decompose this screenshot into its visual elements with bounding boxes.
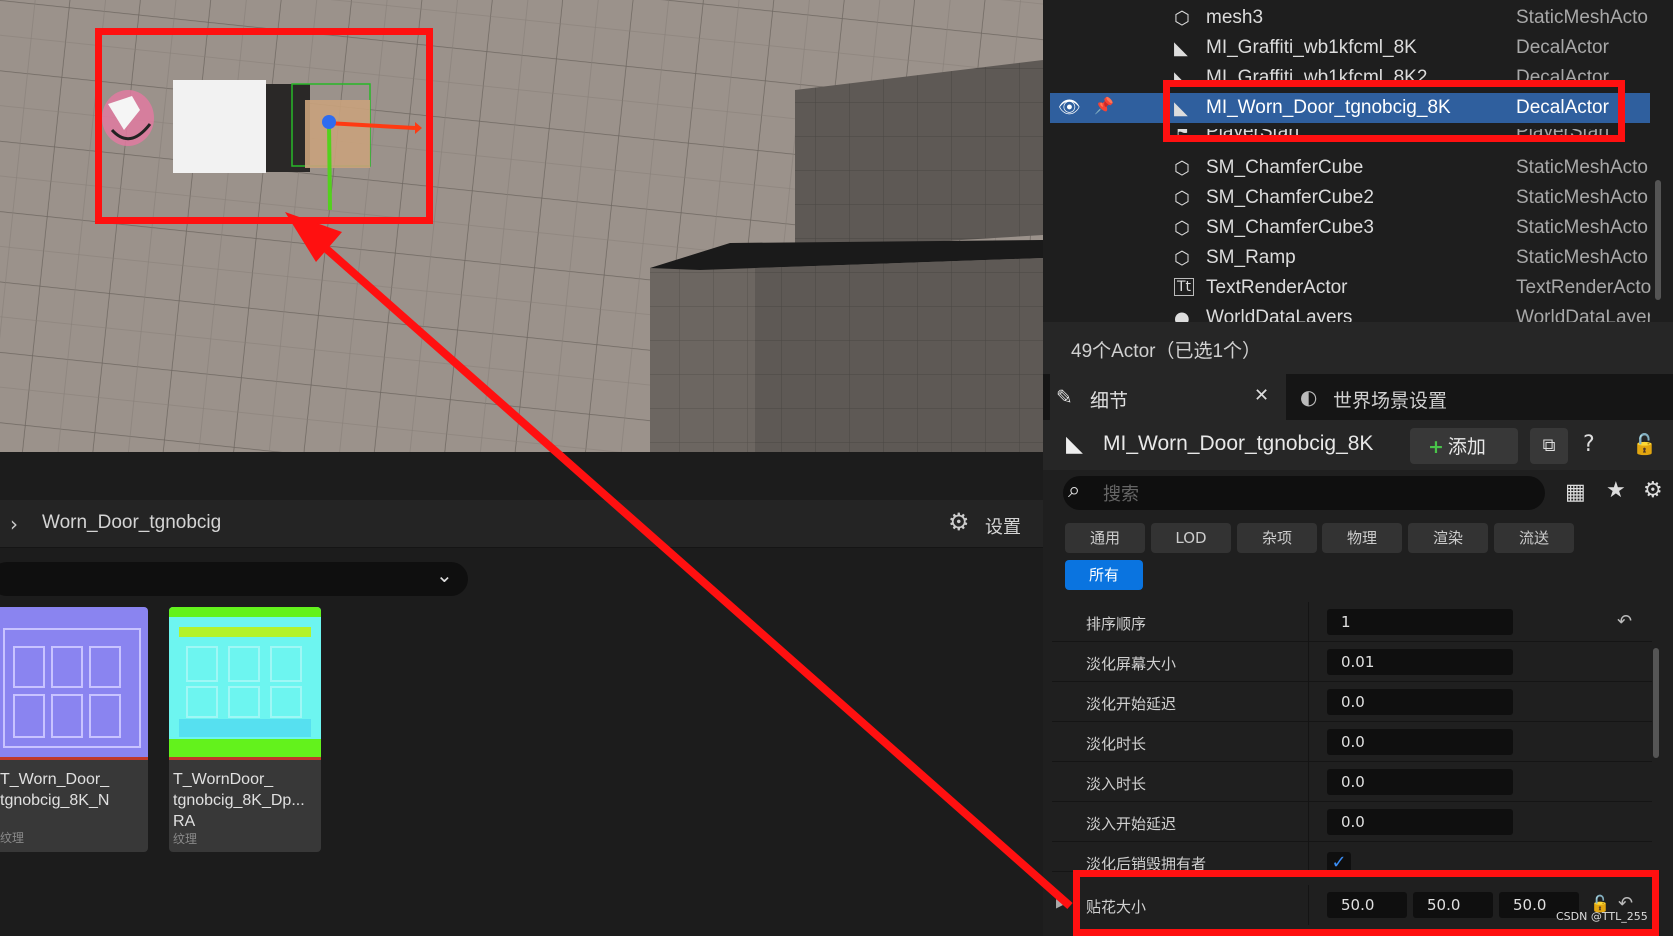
annotation-arrow [285,212,1073,909]
watermark: CSDN @TTL_255 [1556,910,1648,923]
